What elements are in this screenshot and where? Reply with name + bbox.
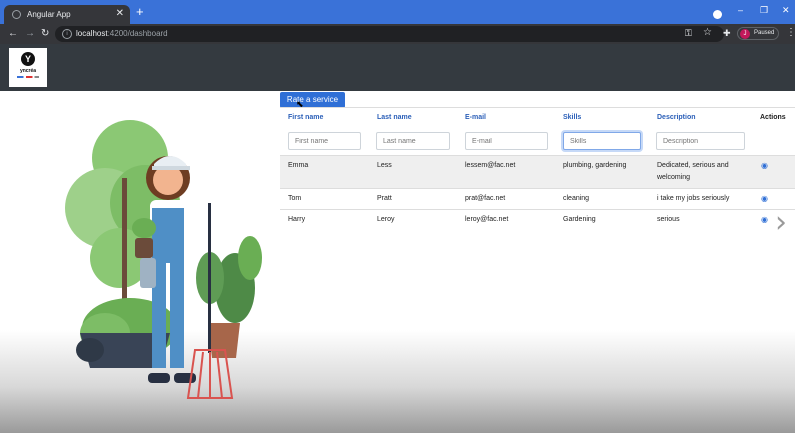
logo-stripe: [17, 76, 39, 78]
cell-skills: plumbing, gardening: [563, 162, 627, 169]
site-info-icon[interactable]: i: [62, 29, 72, 39]
cell-last-name: Pratt: [377, 195, 392, 202]
globe-icon: [12, 10, 21, 19]
cell-first-name: Tom: [288, 195, 302, 202]
extensions-puzzle-icon[interactable]: ✚: [723, 28, 731, 39]
cell-skills: Gardening: [563, 216, 596, 223]
cell-last-name: Leroy: [377, 216, 395, 223]
minimize-button[interactable]: –: [738, 5, 743, 15]
browser-tabstrip: Angular App ✕ + – ❐ ✕: [0, 0, 795, 24]
description-filter[interactable]: [656, 132, 745, 150]
maximize-button[interactable]: ❐: [760, 5, 768, 16]
cell-last-name: Less: [377, 162, 392, 169]
eye-icon[interactable]: ◉: [761, 194, 768, 203]
tab-close-icon[interactable]: ✕: [116, 8, 124, 19]
browser-menu-icon[interactable]: ⋮: [786, 27, 795, 38]
column-header-last-name[interactable]: Last name: [377, 114, 412, 121]
new-tab-button[interactable]: +: [136, 5, 144, 18]
logo-mark: Y: [21, 52, 35, 66]
key-icon[interactable]: ⚿: [685, 28, 692, 39]
gardener-illustration: [65, 120, 262, 399]
cell-email: prat@fac.net: [465, 195, 506, 202]
table-row[interactable]: Harry Leroy leroy@fac.net Gardening seri…: [280, 210, 795, 230]
cell-email: lessem@fac.net: [465, 162, 516, 169]
app-header: Y yncréa: [0, 44, 795, 91]
profile-button[interactable]: J Paused: [737, 27, 779, 40]
address-bar[interactable]: i localhost:4200/dashboard ⚿ ☆: [55, 26, 724, 42]
cell-description-line2: welcoming: [657, 174, 691, 181]
url-text: localhost:4200/dashboard: [76, 29, 168, 38]
forward-arrow-icon[interactable]: →: [25, 28, 35, 39]
rate-service-button[interactable]: Rate a service: [280, 92, 345, 108]
column-header-first-name[interactable]: First name: [288, 114, 323, 121]
tab-title: Angular App: [27, 10, 71, 19]
reload-icon[interactable]: ↻: [41, 28, 49, 39]
bookmark-star-icon[interactable]: ☆: [703, 27, 712, 38]
brand-logo[interactable]: Y yncréa: [9, 48, 47, 87]
column-header-actions: Actions: [760, 114, 786, 121]
eye-icon[interactable]: ◉: [761, 161, 768, 170]
browser-tab[interactable]: Angular App ✕: [4, 5, 130, 24]
last-name-filter[interactable]: [376, 132, 450, 150]
back-arrow-icon[interactable]: ←: [8, 28, 18, 39]
cell-description: i take my jobs seriously: [657, 195, 730, 202]
cell-description: serious: [657, 216, 680, 223]
cell-skills: cleaning: [563, 195, 590, 202]
column-header-email[interactable]: E-mail: [465, 114, 486, 121]
mouse-cursor-icon: ⬉: [296, 99, 304, 109]
column-header-description[interactable]: Description: [657, 114, 696, 121]
logo-name: yncréa: [19, 68, 37, 74]
cell-description: Dedicated, serious and: [657, 162, 729, 169]
window-close-button[interactable]: ✕: [782, 5, 790, 16]
table-row[interactable]: Tom Pratt prat@fac.net cleaning i take m…: [280, 189, 795, 209]
cell-first-name: Harry: [288, 216, 306, 223]
cell-first-name: Emma: [288, 162, 309, 169]
chevron-right-icon[interactable]: ›: [775, 205, 787, 240]
avatar: J: [740, 29, 750, 39]
cell-email: leroy@fac.net: [465, 216, 509, 223]
table-top-border: [280, 107, 795, 108]
email-filter[interactable]: [465, 132, 548, 150]
first-name-filter[interactable]: [288, 132, 361, 150]
eye-icon[interactable]: ◉: [761, 215, 768, 224]
tab-search-icon[interactable]: [713, 10, 722, 19]
skills-filter[interactable]: [563, 132, 641, 150]
browser-toolbar: ← → ↻ i localhost:4200/dashboard ⚿ ☆ ✚ J…: [0, 24, 795, 44]
profile-status: Paused: [754, 30, 775, 36]
column-header-skills[interactable]: Skills: [563, 114, 581, 121]
table-row[interactable]: Emma Less lessem@fac.net plumbing, garde…: [280, 156, 795, 188]
